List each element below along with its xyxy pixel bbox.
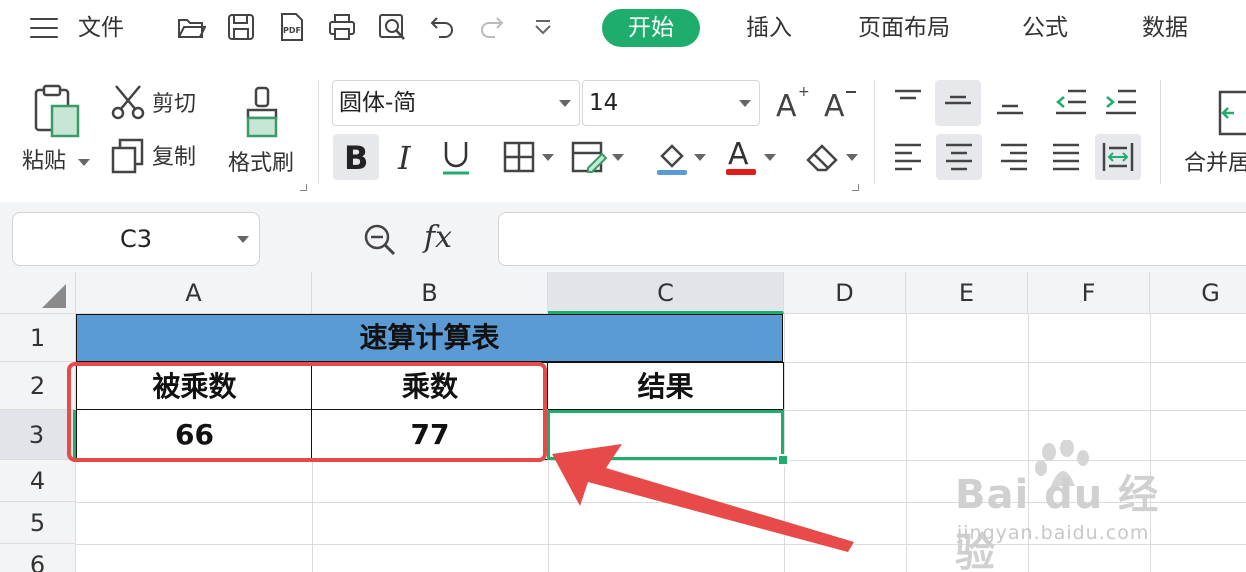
watermark-main-text: Bai du 经验 xyxy=(955,472,1160,572)
watermark-url-text: jingyan.baidu.com xyxy=(957,522,1150,544)
baidu-jingyan-watermark: Bai du 经验 jingyan.baidu.com xyxy=(955,440,1181,572)
